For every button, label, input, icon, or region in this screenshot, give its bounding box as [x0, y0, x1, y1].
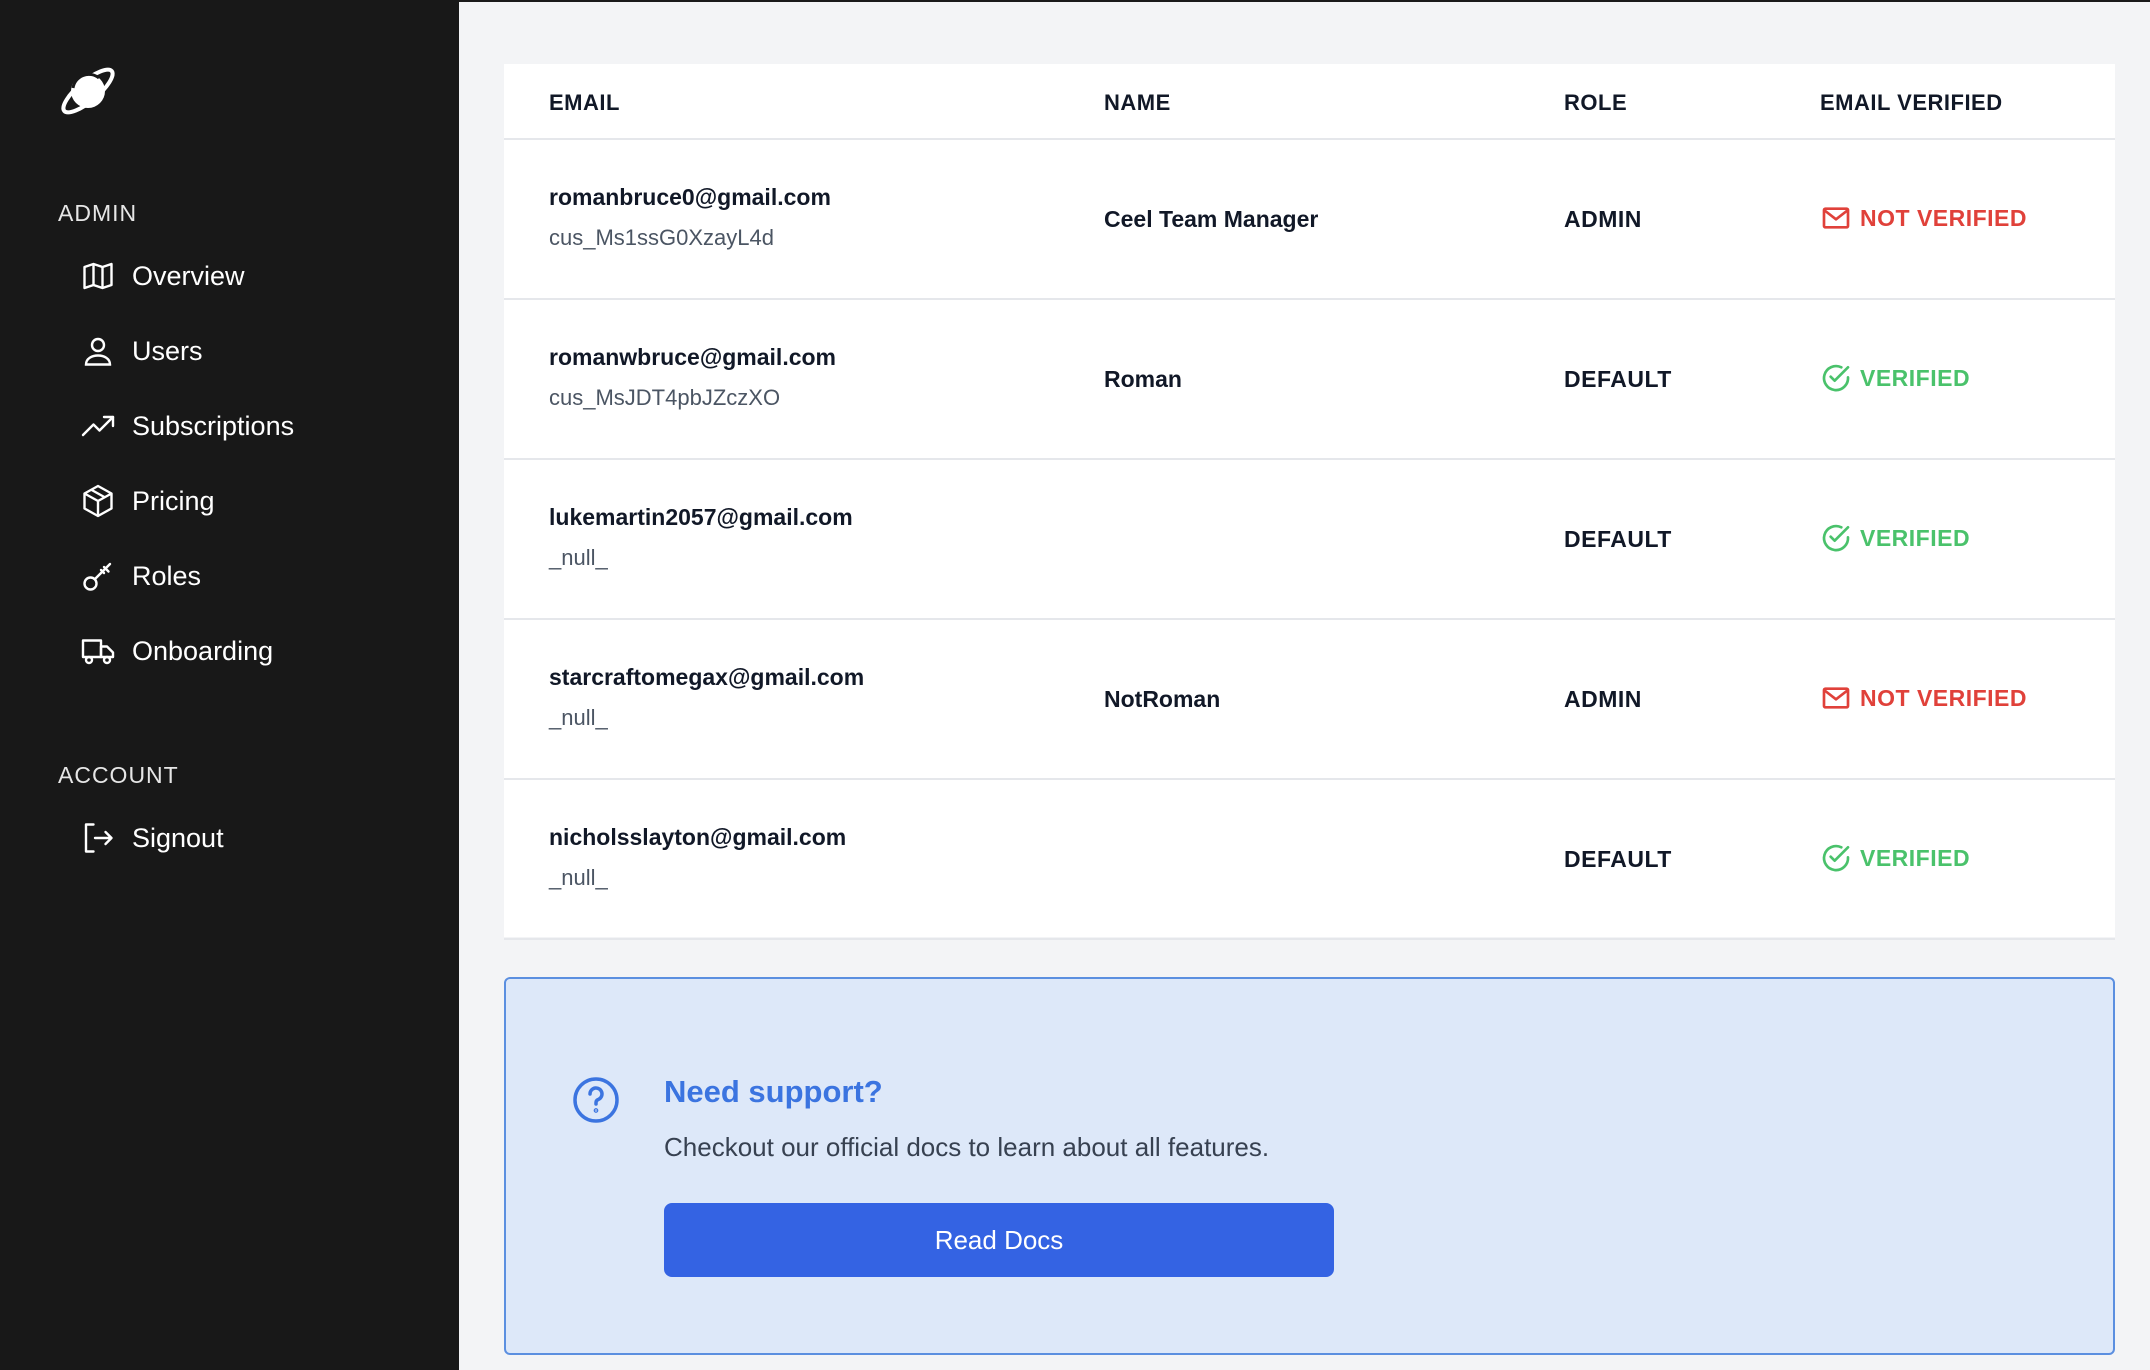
customer-id: _null_	[549, 865, 608, 890]
table-row[interactable]: romanwbruce@gmail.com cus_MsJDT4pbJZczXO…	[504, 300, 2115, 460]
support-title: Need support?	[664, 1074, 883, 1109]
customer-id: _null_	[549, 545, 608, 570]
email-cell: lukemartin2057@gmail.com _null_	[549, 504, 853, 571]
user-email: romanwbruce@gmail.com	[549, 344, 836, 370]
status-label: NOT VERIFIED	[1860, 684, 2028, 711]
sidebar-item-onboarding[interactable]: Onboarding	[78, 626, 273, 676]
mail-icon	[1822, 687, 1850, 709]
user-role: DEFAULT	[1564, 366, 1672, 392]
sidebar-item-subscriptions[interactable]: Subscriptions	[78, 401, 294, 451]
support-description: Checkout our official docs to learn abou…	[664, 1132, 1270, 1162]
status-label: VERIFIED	[1860, 364, 1971, 391]
users-table: EMAIL NAME ROLE EMAIL VERIFIED romanbruc…	[504, 64, 2115, 940]
sidebar-item-label: Overview	[132, 260, 245, 291]
user-email: romanbruce0@gmail.com	[549, 184, 831, 210]
sidebar: ADMIN Overview Users Subscriptions Prici…	[0, 0, 459, 1370]
sidebar-item-label: Users	[132, 335, 203, 366]
status-label: NOT VERIFIED	[1860, 204, 2028, 231]
verification-status: VERIFIED	[1820, 522, 1970, 554]
verification-status: NOT VERIFIED	[1820, 202, 2027, 234]
question-circle-icon	[572, 1076, 620, 1124]
map-icon	[78, 256, 118, 296]
table-row[interactable]: lukemartin2057@gmail.com _null_ DEFAULT …	[504, 460, 2115, 620]
admin-section-label: ADMIN	[58, 200, 138, 226]
status-label: VERIFIED	[1860, 524, 1971, 551]
user-name: NotRoman	[1104, 686, 1221, 712]
sidebar-item-label: Pricing	[132, 485, 215, 516]
logout-icon	[78, 818, 118, 858]
sidebar-item-roles[interactable]: Roles	[78, 551, 201, 601]
table-header: EMAIL NAME ROLE EMAIL VERIFIED	[504, 64, 2115, 140]
sidebar-item-label: Signout	[132, 822, 224, 853]
check-circle-icon	[1822, 844, 1850, 872]
user-email: lukemartin2057@gmail.com	[549, 504, 853, 530]
sidebar-item-label: Onboarding	[132, 635, 274, 666]
user-email: nicholsslayton@gmail.com	[549, 824, 847, 850]
mail-icon	[1822, 207, 1850, 229]
user-role: DEFAULT	[1564, 526, 1672, 552]
sidebar-item-users[interactable]: Users	[78, 326, 203, 376]
status-label: VERIFIED	[1860, 844, 1971, 871]
sidebar-item-signout[interactable]: Signout	[78, 813, 224, 863]
sidebar-item-pricing[interactable]: Pricing	[78, 476, 215, 526]
table-row[interactable]: starcraftomegax@gmail.com _null_ NotRoma…	[504, 620, 2115, 780]
table-row[interactable]: romanbruce0@gmail.com cus_Ms1ssG0XzayL4d…	[504, 140, 2115, 300]
email-cell: romanwbruce@gmail.com cus_MsJDT4pbJZczXO	[549, 344, 836, 411]
sidebar-item-label: Roles	[132, 560, 202, 591]
customer-id: cus_MsJDT4pbJZczXO	[549, 385, 781, 410]
user-name: Ceel Team Manager	[1104, 206, 1319, 232]
support-card: Need support? Checkout our official docs…	[504, 977, 2115, 1355]
account-section-label: ACCOUNT	[58, 762, 179, 788]
cube-icon	[78, 481, 118, 521]
planet-icon[interactable]	[55, 58, 121, 124]
top-border	[459, 0, 2150, 2]
truck-icon	[78, 631, 118, 671]
sidebar-item-overview[interactable]: Overview	[78, 251, 245, 301]
user-email: starcraftomegax@gmail.com	[549, 664, 865, 690]
key-icon	[78, 556, 118, 596]
user-icon	[78, 331, 118, 371]
sidebar-item-label: Subscriptions	[132, 410, 295, 441]
column-header-name[interactable]: NAME	[1104, 90, 1171, 116]
read-docs-button[interactable]: Read Docs	[664, 1203, 1334, 1277]
user-name: Roman	[1104, 366, 1182, 392]
table-row[interactable]: nicholsslayton@gmail.com _null_ DEFAULT …	[504, 780, 2115, 940]
email-cell: nicholsslayton@gmail.com _null_	[549, 824, 846, 891]
email-cell: romanbruce0@gmail.com cus_Ms1ssG0XzayL4d	[549, 184, 831, 251]
column-header-role[interactable]: ROLE	[1564, 90, 1627, 116]
verification-status: VERIFIED	[1820, 842, 1970, 874]
email-cell: starcraftomegax@gmail.com _null_	[549, 664, 864, 731]
column-header-email[interactable]: EMAIL	[549, 90, 620, 116]
user-role: ADMIN	[1564, 206, 1642, 232]
customer-id: _null_	[549, 705, 608, 730]
verification-status: NOT VERIFIED	[1820, 682, 2027, 714]
main-content: EMAIL NAME ROLE EMAIL VERIFIED romanbruc…	[459, 0, 2150, 1370]
user-role: ADMIN	[1564, 686, 1642, 712]
check-circle-icon	[1822, 524, 1850, 552]
column-header-email-verified[interactable]: EMAIL VERIFIED	[1820, 90, 2003, 116]
user-role: DEFAULT	[1564, 846, 1672, 872]
trending-up-icon	[78, 406, 118, 446]
verification-status: VERIFIED	[1820, 362, 1970, 394]
check-circle-icon	[1822, 364, 1850, 392]
customer-id: cus_Ms1ssG0XzayL4d	[549, 225, 774, 250]
